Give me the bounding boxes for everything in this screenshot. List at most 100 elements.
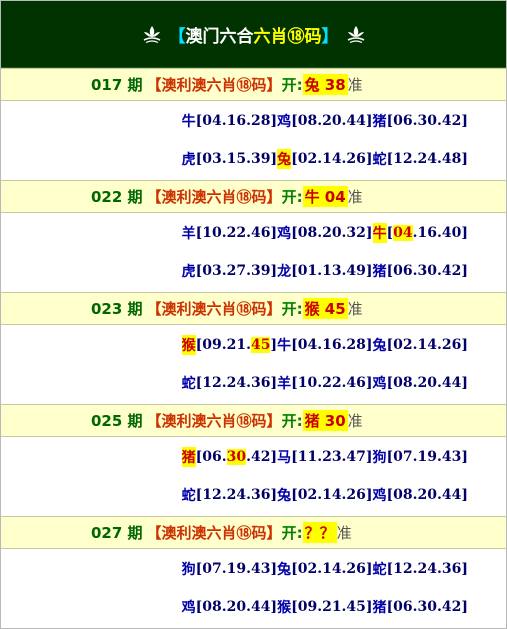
prediction-lines: 猴 [09.21. 45] 牛 [04.16.28] 兔 [02.14.26] 蛇 [12.24… <box>1 325 506 405</box>
number-group: [04.16.28] <box>195 113 278 129</box>
title-main: 澳门六合 <box>185 26 254 47</box>
number-group: [02.14.26] <box>291 561 373 577</box>
zodiac-sign: 羊 <box>277 376 292 392</box>
number-group: [ <box>386 225 394 241</box>
result-value: ？？ <box>302 522 337 543</box>
zodiac-sign: 狗 <box>372 450 387 466</box>
number-group: .42] <box>246 449 278 465</box>
period-label: 【澳利澳六肖⑱码】 <box>146 412 282 430</box>
zodiac-sign: 马 <box>277 450 292 466</box>
prediction-line: 猴 [09.21. 45] 牛 [04.16.28] 兔 [02.14.26] <box>181 333 468 357</box>
zodiac-sign: 猴 <box>181 335 196 355</box>
result-value: 兔 38 <box>302 74 348 95</box>
zodiac-sign: 鸡 <box>277 114 292 130</box>
result-value: 猴 45 <box>302 298 348 319</box>
period-header: 025 期【澳利澳六肖⑱码】 开: 猪 30 准 <box>1 404 506 437</box>
zodiac-sign: 牛 <box>372 223 387 243</box>
prediction-block: 023 期【澳利澳六肖⑱码】 开: 猴 45 准猴 [09.21. 45] 牛 [04.16.… <box>1 292 506 405</box>
accuracy-tag: 准 <box>347 412 363 430</box>
number-group: [04.16.28] <box>291 337 373 353</box>
zodiac-sign: 羊 <box>181 226 196 242</box>
number-group: [08.20.44] <box>195 599 278 615</box>
zodiac-sign: 猴 <box>277 600 292 616</box>
period-label: 【澳利澳六肖⑱码】 <box>146 188 282 206</box>
zodiac-sign: 猪 <box>372 264 387 280</box>
lotus-emblem-icon <box>143 26 160 44</box>
zodiac-sign: 牛 <box>181 114 196 130</box>
number-group: [08.20.44] <box>386 487 468 503</box>
zodiac-sign: 猪 <box>372 114 387 130</box>
period-header: 023 期【澳利澳六肖⑱码】 开: 猴 45 准 <box>1 292 506 325</box>
accuracy-tag: 准 <box>347 76 363 94</box>
number-group: [07.19.43] <box>195 561 278 577</box>
zodiac-sign: 兔 <box>277 149 292 169</box>
title-bracket-open: 【 <box>168 26 186 47</box>
zodiac-sign: 龙 <box>277 264 292 280</box>
result-prefix: 开: <box>281 76 303 94</box>
prediction-line: 牛 [04.16.28] 鸡 [08.20.44] 猪 [06.30.42] <box>182 109 468 133</box>
title-bracket-close: 】 <box>321 26 339 47</box>
period-number: 022 期 <box>91 188 143 206</box>
number-group: [02.14.26] <box>291 487 373 503</box>
prediction-block: 017 期【澳利澳六肖⑱码】 开: 兔 38 准牛 [04.16.28] 鸡 [08.20.… <box>1 68 506 181</box>
result-prefix: 开: <box>281 300 303 318</box>
number-group: [09.21.45] <box>291 599 373 615</box>
number-group: [10.22.46] <box>291 375 373 391</box>
number-group: [07.19.43] <box>386 449 468 465</box>
zodiac-sign: 鸡 <box>372 488 387 504</box>
number-group: [08.20.44] <box>386 375 468 391</box>
number-group: 30 <box>226 449 247 465</box>
zodiac-sign: 狗 <box>181 562 196 578</box>
number-group: [06. <box>195 449 227 465</box>
period-label: 【澳利澳六肖⑱码】 <box>146 300 282 318</box>
page-header: 【澳门六合六肖⑱码】 <box>1 1 506 68</box>
zodiac-sign: 蛇 <box>181 376 196 392</box>
number-group: .16.40] <box>412 225 468 241</box>
accuracy-tag: 准 <box>347 300 363 318</box>
title-highlight: 六肖⑱码 <box>253 26 322 47</box>
prediction-line: 蛇 [12.24.36] 兔 [02.14.26] 鸡 [08.20.44] <box>182 483 468 507</box>
number-group: 45 <box>250 337 271 353</box>
period-number: 025 期 <box>91 412 143 430</box>
result-prefix: 开: <box>281 188 303 206</box>
prediction-line: 羊 [10.22.46] 鸡 [08.20.32] 牛[04.16.40] <box>182 221 468 245</box>
prediction-block: 027 期【澳利澳六肖⑱码】 开:？？准狗 [07.19.43] 兔 [02.14.26… <box>1 516 506 628</box>
zodiac-sign: 兔 <box>277 488 292 504</box>
number-group: [02.14.26] <box>291 151 373 167</box>
page-title: 【澳门六合六肖⑱码】 <box>169 22 339 47</box>
result-value: 牛 04 <box>302 186 348 207</box>
zodiac-sign: 牛 <box>277 338 292 354</box>
number-group: [11.23.47] <box>291 449 373 465</box>
result-value: 猪 30 <box>302 410 348 431</box>
number-group: [02.14.26] <box>386 337 468 353</box>
number-group: [03.15.39] <box>195 151 278 167</box>
number-group: ] <box>270 337 278 353</box>
prediction-lines: 狗 [07.19.43] 兔 [02.14.26] 蛇 [12.24.36] 鸡 [08.20… <box>1 549 506 628</box>
zodiac-sign: 兔 <box>372 338 387 354</box>
number-group: [06.30.42] <box>386 599 468 615</box>
zodiac-sign: 兔 <box>277 562 292 578</box>
number-group: [06.30.42] <box>386 113 468 129</box>
prediction-lines: 羊 [10.22.46] 鸡 [08.20.32] 牛[04.16.40] 虎 [03.27… <box>1 213 506 293</box>
result-prefix: 开: <box>281 524 303 542</box>
number-group: 04 <box>393 225 413 241</box>
prediction-line: 鸡 [08.20.44] 猴 [09.21.45] 猪 [06.30.42] <box>182 595 468 619</box>
number-group: [12.24.36] <box>195 487 278 503</box>
result-prefix: 开: <box>281 412 303 430</box>
zodiac-sign: 蛇 <box>181 488 196 504</box>
prediction-line: 蛇 [12.24.36] 羊 [10.22.46] 鸡 [08.20.44] <box>182 371 468 395</box>
period-number: 027 期 <box>91 524 143 542</box>
zodiac-sign: 猪 <box>181 447 196 467</box>
zodiac-sign: 虎 <box>181 264 196 280</box>
period-label: 【澳利澳六肖⑱码】 <box>146 76 282 94</box>
zodiac-sign: 鸡 <box>277 226 292 242</box>
number-group: [12.24.48] <box>386 151 468 167</box>
lotus-emblem-icon <box>347 26 364 44</box>
zodiac-sign: 鸡 <box>181 600 196 616</box>
zodiac-sign: 蛇 <box>372 562 387 578</box>
number-group: [12.24.36] <box>195 375 278 391</box>
number-group: [08.20.44] <box>291 113 373 129</box>
zodiac-sign: 蛇 <box>372 152 387 168</box>
number-group: [08.20.32] <box>291 225 373 241</box>
number-group: [06.30.42] <box>386 263 468 279</box>
